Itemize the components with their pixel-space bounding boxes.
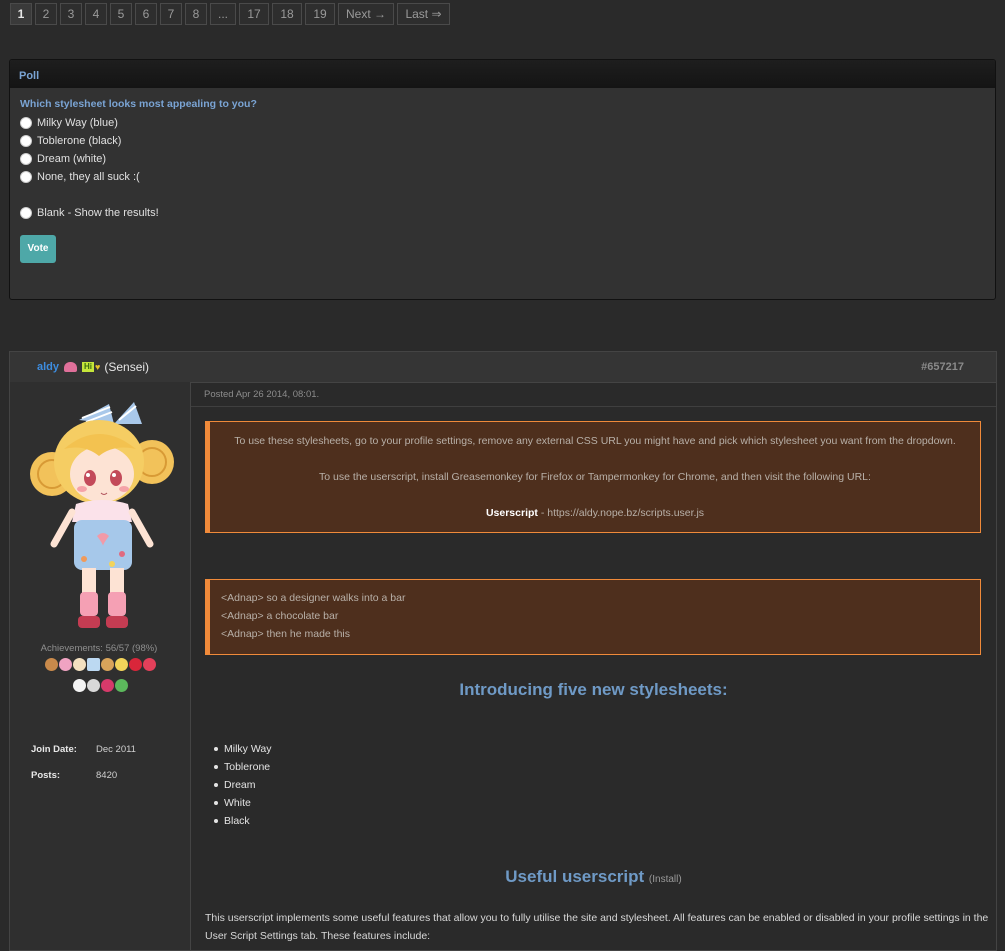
poll-title: Poll [10, 60, 995, 88]
post-header: aldy Hi ♥ (Sensei) #657217 [10, 352, 996, 383]
list-item: Dream [214, 776, 271, 794]
page-17[interactable]: 17 [239, 3, 269, 25]
poll-option-label: None, they all suck :( [37, 171, 140, 183]
list-item: White [214, 794, 271, 812]
quote-line: <Adnap> so a designer walks into a bar [221, 592, 406, 604]
join-date-row: Join Date: Dec 2011 [31, 744, 136, 755]
poll-option-dream[interactable]: Dream (white) [20, 150, 985, 168]
watermelon-icon [114, 679, 128, 692]
last-page-button[interactable]: Last ⇒ [397, 3, 450, 25]
page-3[interactable]: 3 [60, 3, 82, 25]
userscript-heading: Useful userscript (Install) [191, 867, 996, 887]
post-content: Posted Apr 26 2014, 08:01. To use these … [191, 382, 996, 950]
vote-button[interactable]: Vote [20, 235, 56, 263]
join-date-label: Join Date: [31, 744, 77, 755]
radio-button[interactable] [20, 117, 32, 129]
post-number-link[interactable]: #657217 [921, 361, 964, 373]
poll-option-blank[interactable]: Blank - Show the results! [20, 204, 985, 222]
userscript-label: Userscript [485, 507, 538, 519]
slime-badge-icon [64, 362, 78, 372]
page-2[interactable]: 2 [35, 3, 57, 25]
strawberry-icon [142, 658, 156, 671]
candy-icon [114, 658, 128, 671]
mochi-icon [86, 679, 100, 692]
list-item: Black [214, 812, 271, 830]
berry-icon [100, 679, 114, 692]
userscript-url-line: Userscript - https://aldy.nope.bz/script… [210, 507, 980, 519]
username-link[interactable]: aldy [37, 361, 59, 373]
userscript-url[interactable]: - https://aldy.nope.bz/scripts.user.js [538, 507, 704, 519]
quote-box: <Adnap> so a designer walks into a bar <… [205, 579, 981, 655]
list-item: Toblerone [214, 758, 271, 776]
poll-option-label: Blank - Show the results! [37, 207, 159, 219]
instructions-box: To use these stylesheets, go to your pro… [205, 421, 981, 533]
posts-row: Posts: 8420 [31, 770, 117, 781]
cherry-icon [128, 658, 142, 671]
milk-icon [86, 658, 100, 671]
install-link[interactable]: (Install) [649, 874, 682, 885]
achievements-text: Achievements: 56/57 (98%) [40, 643, 158, 654]
cupcake-icon [58, 658, 72, 671]
radio-button[interactable] [20, 207, 32, 219]
poll-option-label: Dream (white) [37, 153, 107, 165]
hi-badge: Hi [82, 362, 95, 372]
page-5[interactable]: 5 [110, 3, 132, 25]
stylesheets-heading: Introducing five new stylesheets: [459, 680, 728, 699]
page-7[interactable]: 7 [160, 3, 182, 25]
posted-date: Posted Apr 26 2014, 08:01. [191, 382, 996, 407]
page-8[interactable]: 8 [185, 3, 207, 25]
instructions-line-1: To use these stylesheets, go to your pro… [234, 435, 956, 447]
bread-icon [100, 658, 114, 671]
onigiri-icon [72, 679, 86, 692]
instructions-line-2: To use the userscript, install Greasemon… [319, 471, 871, 483]
pagination: 1 2 3 4 5 6 7 8 ... 17 18 19 Next → Last… [10, 3, 450, 25]
page-1[interactable]: 1 [10, 3, 32, 25]
radio-button[interactable] [20, 171, 32, 183]
poll-option-milky-way[interactable]: Milky Way (blue) [20, 114, 985, 132]
page-4[interactable]: 4 [85, 3, 107, 25]
userscript-heading-text: Useful userscript [505, 867, 645, 886]
cookie-icon [44, 658, 58, 671]
page-19[interactable]: 19 [305, 3, 335, 25]
radio-button[interactable] [20, 135, 32, 147]
poll-option-label: Toblerone (black) [37, 135, 122, 147]
quote-line: <Adnap> then he made this [221, 628, 351, 640]
next-page-button[interactable]: Next → [338, 3, 394, 25]
poll-box: Poll Which stylesheet looks most appeali… [9, 59, 996, 300]
achievement-icons [38, 658, 162, 700]
quote-line: <Adnap> a chocolate bar [221, 610, 339, 622]
poll-option-toblerone[interactable]: Toblerone (black) [20, 132, 985, 150]
posts-value: 8420 [96, 770, 118, 781]
page-ellipsis[interactable]: ... [210, 3, 236, 25]
poll-question: Which stylesheet looks most appealing to… [20, 98, 257, 110]
poll-option-label: Milky Way (blue) [37, 117, 118, 129]
stylesheet-list: Milky Way Toblerone Dream White Black [214, 740, 271, 830]
avatar[interactable] [24, 394, 174, 638]
forum-post: aldy Hi ♥ (Sensei) #657217 Achievements:… [9, 351, 997, 951]
posts-label: Posts: [31, 770, 61, 781]
page-18[interactable]: 18 [272, 3, 302, 25]
poll-option-none[interactable]: None, they all suck :( [20, 168, 985, 186]
userscript-description: This userscript implements some useful f… [205, 912, 989, 942]
radio-button[interactable] [20, 153, 32, 165]
page-6[interactable]: 6 [135, 3, 157, 25]
list-item: Milky Way [214, 740, 271, 758]
cake-icon [72, 658, 86, 671]
join-date-value: Dec 2011 [96, 744, 136, 755]
user-rank: (Sensei) [104, 360, 150, 374]
heart-icon: ♥ [95, 362, 101, 372]
user-sidebar: Achievements: 56/57 (98%) Join Date: Dec… [10, 382, 191, 950]
